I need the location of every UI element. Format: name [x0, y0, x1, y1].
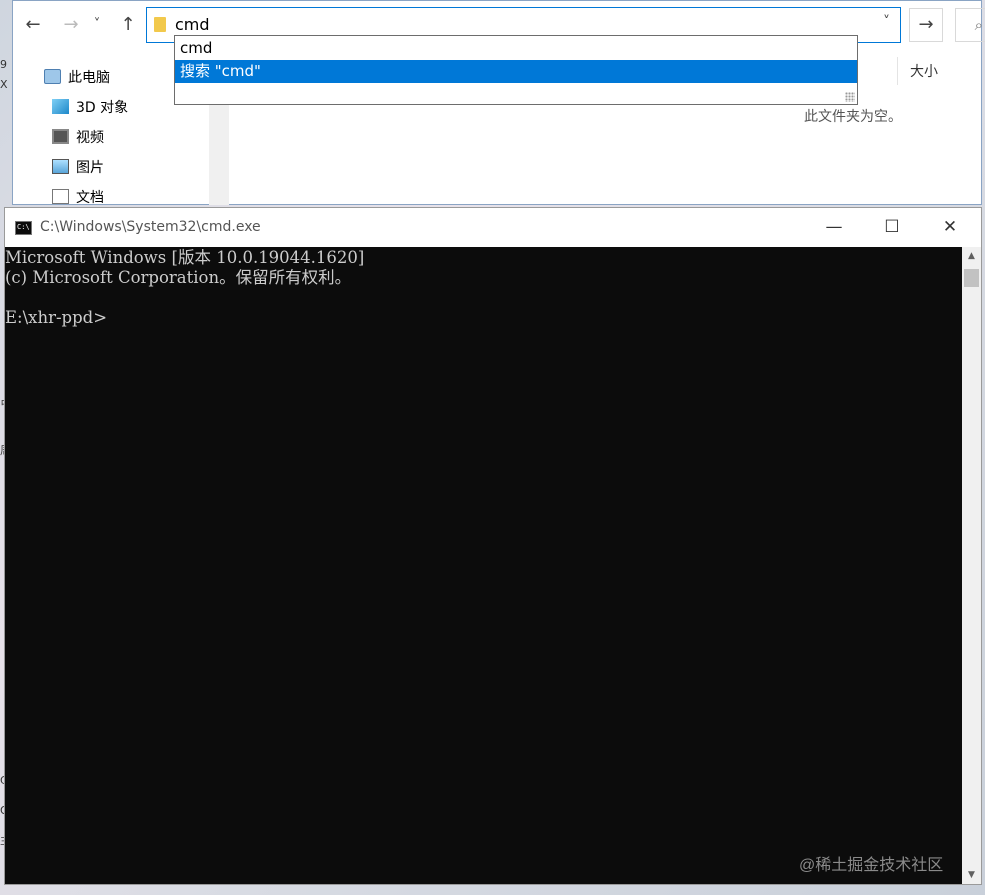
pictures-icon [52, 159, 69, 174]
back-icon[interactable]: ← [21, 13, 45, 37]
title-bar[interactable]: C:\ C:\Windows\System32\cmd.exe — ☐ ✕ [5, 208, 981, 247]
up-icon[interactable]: ↑ [116, 13, 140, 37]
scrollbar-thumb[interactable] [964, 269, 979, 287]
chevron-down-icon[interactable]: ˅ [883, 14, 890, 30]
column-divider [897, 57, 898, 85]
documents-icon [52, 189, 69, 204]
sidebar-item-label: 3D 对象 [76, 100, 129, 116]
minimize-button[interactable]: — [805, 208, 863, 247]
console-scrollbar[interactable]: ▲ ▼ [962, 247, 981, 884]
empty-folder-message: 此文件夹为空。 [804, 109, 902, 125]
maximize-button[interactable]: ☐ [863, 208, 921, 247]
edge-fragment: X [0, 78, 8, 91]
column-header-size[interactable]: 大小 [910, 61, 938, 81]
sidebar-item-3d-objects[interactable]: 3D 对象 [52, 97, 128, 119]
cmd-app-icon: C:\ [15, 221, 32, 235]
3d-objects-icon [52, 99, 69, 114]
window-title: C:\Windows\System32\cmd.exe [40, 219, 261, 235]
sidebar-item-label: 文档 [76, 190, 104, 205]
video-icon [52, 129, 69, 144]
address-autocomplete-dropdown: cmd 搜索 "cmd" [174, 35, 858, 105]
autocomplete-item[interactable]: cmd [175, 37, 857, 60]
sidebar-item-documents[interactable]: 文档 [52, 187, 104, 205]
go-button[interactable]: → [909, 8, 943, 42]
autocomplete-item-search[interactable]: 搜索 "cmd" [175, 60, 857, 83]
address-input[interactable]: cmd [175, 15, 210, 34]
console-prompt: E:\xhr-ppd> [5, 308, 108, 327]
watermark: @稀土掘金技术社区 [799, 857, 944, 874]
forward-icon[interactable]: → [59, 13, 83, 37]
console-line: Microsoft Windows [版本 10.0.19044.1620] [5, 248, 365, 267]
recent-locations-icon[interactable]: ˅ [89, 13, 105, 37]
close-button[interactable]: ✕ [921, 208, 979, 247]
resize-grip-icon[interactable] [845, 92, 855, 102]
sidebar-item-pictures[interactable]: 图片 [52, 157, 104, 179]
sidebar-item-label: 此电脑 [68, 70, 110, 86]
search-icon: ⌕ [974, 16, 983, 34]
computer-icon [44, 69, 61, 84]
sidebar-item-label: 图片 [76, 160, 104, 176]
console-output[interactable]: Microsoft Windows [版本 10.0.19044.1620] (… [5, 247, 962, 884]
folder-icon [154, 17, 166, 32]
sidebar-item-videos[interactable]: 视频 [52, 127, 104, 149]
sidebar-item-this-pc[interactable]: 此电脑 [44, 67, 110, 89]
console-line: (c) Microsoft Corporation。保留所有权利。 [5, 268, 352, 287]
scroll-down-icon[interactable]: ▼ [962, 866, 981, 884]
search-input[interactable]: ⌕ [955, 8, 985, 42]
scroll-up-icon[interactable]: ▲ [962, 247, 981, 265]
command-prompt-window: C:\ C:\Windows\System32\cmd.exe — ☐ ✕ Mi… [4, 207, 982, 885]
edge-fragment: 9 [0, 58, 7, 71]
sidebar-item-label: 视频 [76, 130, 104, 146]
